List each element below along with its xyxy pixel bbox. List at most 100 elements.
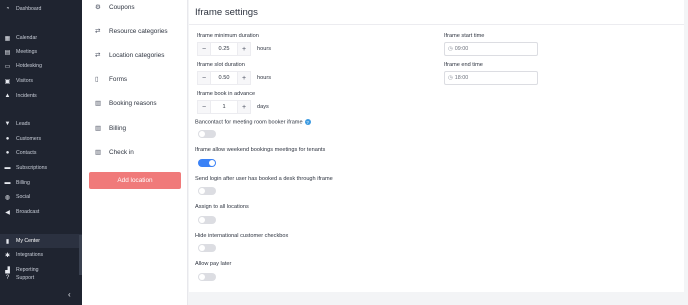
visitors-icon: ▣ [4, 78, 11, 85]
location-categories-icon: ⇄ [95, 52, 101, 59]
app-window: ◔ Dashboard ▦ Calendar ▤ Meetings ▭ Hotdeski… [0, 0, 688, 305]
contacts-icon: ● [5, 150, 10, 156]
start-time-input[interactable]: ◷ 09:00 [444, 42, 538, 56]
main-sidebar: ◔ Dashboard ▦ Calendar ▤ Meetings ▭ Hotdeski… [0, 0, 82, 305]
sidebar-item-broadcast[interactable]: ◀ Broadcast [4, 206, 39, 218]
forms-icon: ▯ [95, 76, 99, 83]
pay-later-toggle[interactable] [198, 273, 216, 281]
hide-international-toggle[interactable] [198, 244, 216, 252]
sidebar-item-leads[interactable]: ▼ Leads [4, 118, 31, 130]
toggle-knob [199, 217, 205, 223]
sidebar-item-incidents[interactable]: ▲ Incidents [4, 90, 37, 102]
sidebar-item-label: Meetings [16, 49, 38, 55]
slot-duration-stepper: − 0.50 + hours [197, 71, 271, 85]
sidebar-item-support[interactable]: ? Support [4, 272, 34, 284]
sidebar-item-label: Calendar [16, 35, 38, 41]
help-icon[interactable]: ? [304, 119, 311, 125]
menu-item-label: Billing [109, 124, 127, 132]
toggle-knob [199, 188, 205, 194]
weekend-bookings-toggle[interactable] [198, 159, 216, 167]
sidebar-item-label: Broadcast [16, 209, 40, 215]
toggle-knob [199, 245, 205, 251]
resource-categories-icon: ⇄ [95, 28, 101, 35]
assign-locations-toggle[interactable] [198, 216, 216, 224]
min-duration-stepper: − 0.25 + hours [197, 42, 271, 56]
clock-icon: ◷ [448, 75, 453, 81]
slot-duration-value[interactable]: 0.50 [211, 71, 237, 85]
sidebar-item-label: Support [16, 275, 35, 281]
end-time-input[interactable]: ◷ 18:00 [444, 71, 538, 85]
my-center-icon: ▮ [5, 238, 10, 245]
menu-item-booking-reasons[interactable]: ▥ Booking reasons [95, 99, 157, 108]
sidebar-item-my-center[interactable]: ▮ My Center [0, 234, 82, 248]
menu-item-label: Booking reasons [109, 99, 157, 107]
sidebar-item-calendar[interactable]: ▦ Calendar [4, 32, 37, 44]
sidebar-item-meetings[interactable]: ▤ Meetings [4, 46, 37, 58]
collapse-sidebar-icon[interactable]: ‹ [68, 290, 71, 299]
slot-duration-decrement-button[interactable]: − [197, 71, 211, 85]
coupons-icon: ⚙ [95, 4, 101, 11]
book-in-advance-stepper: − 1 + days [197, 100, 269, 114]
sidebar-item-social[interactable]: ◍ Social [4, 191, 30, 203]
menu-item-coupons[interactable]: ⚙ Coupons [95, 3, 135, 12]
sidebar-item-label: Dashboard [16, 6, 42, 12]
sidebar-item-visitors[interactable]: ▣ Visitors [4, 75, 33, 87]
iframe-settings-card: Iframe settings Iframe minimum duration … [189, 0, 684, 292]
book-in-advance-increment-button[interactable]: + [237, 100, 251, 114]
sidebar-item-label: Incidents [16, 93, 37, 99]
book-in-advance-decrement-button[interactable]: − [197, 100, 211, 114]
page-title: Iframe settings [195, 7, 258, 18]
min-duration-label: Iframe minimum duration [197, 33, 259, 39]
booking-reasons-icon: ▥ [95, 100, 102, 107]
book-in-advance-label: Iframe book in advance [197, 91, 256, 97]
sidebar-item-customers[interactable]: ● Customers [4, 133, 41, 145]
menu-item-label: Coupons [109, 3, 135, 11]
sidebar-item-label: Customers [16, 136, 42, 142]
sidebar-item-subscriptions[interactable]: ▬ Subscriptions [4, 162, 48, 174]
toggle-knob [209, 160, 215, 166]
sidebar-item-hotdesking[interactable]: ▭ Hotdesking [4, 60, 42, 72]
subscriptions-icon: ▬ [4, 165, 11, 171]
social-icon: ◍ [4, 194, 11, 201]
slot-duration-increment-button[interactable]: + [237, 71, 251, 85]
min-duration-decrement-button[interactable]: − [197, 42, 211, 56]
min-duration-increment-button[interactable]: + [237, 42, 251, 56]
sidebar-item-dashboard[interactable]: ◔ Dashboard [4, 3, 42, 15]
bancontact-toggle[interactable] [198, 130, 216, 138]
menu-item-label: Check in [109, 148, 134, 156]
sidebar-item-integrations[interactable]: ✱ Integrations [4, 249, 43, 261]
bancontact-toggle-label: Bancontact for meeting room booker ifram… [195, 119, 311, 125]
slot-duration-unit: hours [257, 75, 271, 81]
weekend-bookings-toggle-label: Iframe allow weekend bookings meetings f… [195, 147, 326, 153]
sidebar-item-billing[interactable]: ▬ Billing [4, 177, 30, 189]
bancontact-label-text: Bancontact for meeting room booker ifram… [195, 119, 303, 126]
min-duration-value[interactable]: 0.25 [211, 42, 237, 56]
menu-item-billing[interactable]: ▥ Billing [95, 124, 127, 133]
customers-icon: ● [5, 136, 10, 142]
hide-international-toggle-label: Hide international customer checkbox [195, 233, 289, 239]
toggle-knob [199, 131, 205, 137]
leads-icon: ▼ [4, 121, 11, 127]
menu-item-location-categories[interactable]: ⇄ Location categories [95, 51, 164, 60]
menu-item-label: Resource categories [109, 27, 168, 35]
book-in-advance-unit: days [257, 104, 269, 110]
menu-item-resource-categories[interactable]: ⇄ Resource categories [95, 27, 168, 36]
check-in-icon: ▥ [95, 149, 102, 156]
menu-item-forms[interactable]: ▯ Forms [95, 75, 127, 84]
assign-locations-toggle-label: Assign to all locations [195, 204, 249, 210]
title-divider [189, 24, 684, 25]
slot-duration-label: Iframe slot duration [197, 62, 245, 68]
book-in-advance-value[interactable]: 1 [211, 100, 237, 114]
main-content: Iframe settings Iframe minimum duration … [189, 0, 688, 305]
incidents-icon: ▲ [4, 93, 11, 99]
start-time-value: 09:00 [454, 46, 469, 52]
sidebar-item-label: Hotdesking [16, 63, 42, 69]
sidebar-item-contacts[interactable]: ● Contacts [4, 147, 37, 159]
sidebar-item-label: Billing [16, 180, 30, 186]
billing-settings-icon: ▥ [95, 125, 102, 132]
sidebar-item-label: Subscriptions [16, 165, 48, 171]
start-time-label: Iframe start time [444, 33, 485, 39]
send-login-toggle[interactable] [198, 187, 216, 195]
add-location-button[interactable]: Add location [89, 172, 181, 189]
menu-item-check-in[interactable]: ▥ Check in [95, 148, 134, 157]
